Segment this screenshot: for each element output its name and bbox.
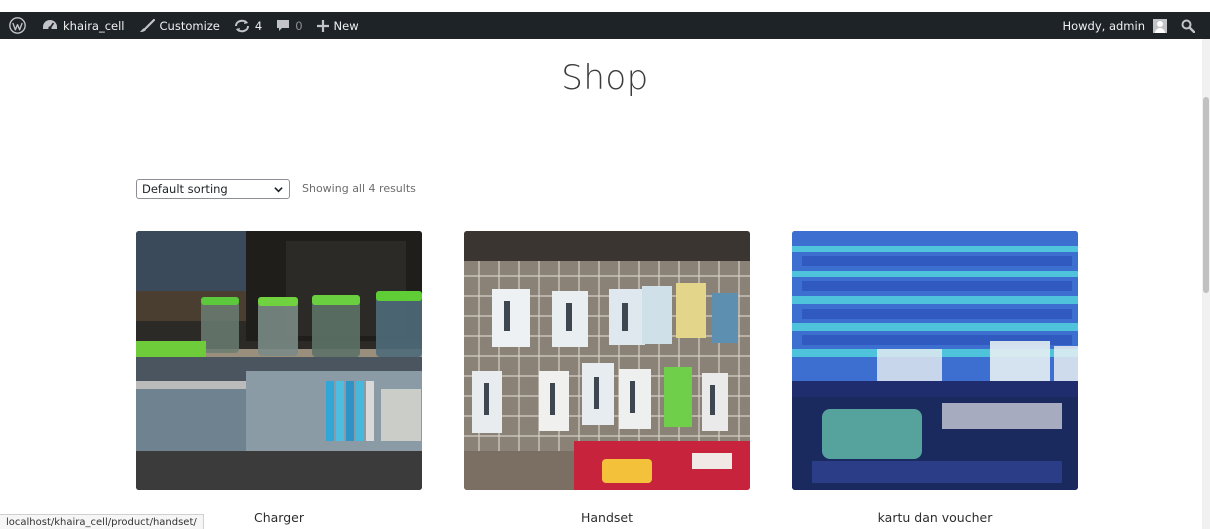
product-image-voucher[interactable] bbox=[792, 231, 1078, 490]
chevron-down-icon bbox=[274, 187, 283, 193]
plus-icon bbox=[316, 19, 329, 32]
sorting-selected-label: Default sorting bbox=[142, 182, 228, 196]
product-card-charger: Charger bbox=[136, 231, 422, 525]
product-title-voucher[interactable]: kartu dan voucher bbox=[792, 510, 1078, 525]
page-title: Shop bbox=[561, 58, 649, 98]
product-card-handset: Handset bbox=[464, 231, 750, 525]
paintbrush-icon bbox=[139, 18, 155, 32]
site-name-menu[interactable]: khaira_cell bbox=[35, 12, 132, 39]
avatar bbox=[1153, 18, 1167, 33]
comment-icon bbox=[277, 19, 290, 31]
result-count: Showing all 4 results bbox=[302, 182, 416, 195]
new-label: New bbox=[333, 18, 359, 33]
updates-count: 4 bbox=[254, 18, 263, 33]
product-title-handset[interactable]: Handset bbox=[464, 510, 750, 525]
site-name-label: khaira_cell bbox=[63, 18, 125, 33]
updates-menu[interactable]: 4 bbox=[227, 12, 269, 39]
wordpress-logo-menu[interactable] bbox=[0, 12, 35, 39]
wordpress-logo-icon bbox=[9, 17, 26, 34]
comments-count: 0 bbox=[295, 18, 303, 33]
my-account-menu[interactable]: Howdy, admin bbox=[1055, 12, 1174, 39]
scrollbar-top-cap bbox=[1202, 12, 1210, 39]
dashboard-icon bbox=[43, 19, 57, 30]
customize-menu[interactable]: Customize bbox=[132, 12, 227, 39]
scrollbar-thumb[interactable] bbox=[1203, 97, 1209, 293]
comments-menu[interactable]: 0 bbox=[269, 12, 309, 39]
product-image-charger[interactable] bbox=[136, 231, 422, 490]
customize-label: Customize bbox=[159, 18, 220, 33]
vertical-scrollbar[interactable] bbox=[1202, 39, 1210, 529]
window-top-strip bbox=[0, 0, 1210, 12]
product-image-handset[interactable] bbox=[464, 231, 750, 490]
search-icon bbox=[1181, 19, 1195, 33]
search-toggle[interactable] bbox=[1174, 12, 1202, 39]
updates-icon bbox=[234, 19, 249, 32]
new-content-menu[interactable]: New bbox=[310, 12, 366, 39]
sorting-select[interactable]: Default sorting bbox=[136, 179, 290, 199]
browser-status-url: localhost/khaira_cell/product/handset/ bbox=[0, 514, 204, 529]
wp-admin-bar: khaira_cell Customize 4 0 New Howdy, adm… bbox=[0, 12, 1202, 39]
product-card-voucher: kartu dan voucher bbox=[792, 231, 1078, 525]
howdy-label: Howdy, admin bbox=[1062, 18, 1145, 33]
